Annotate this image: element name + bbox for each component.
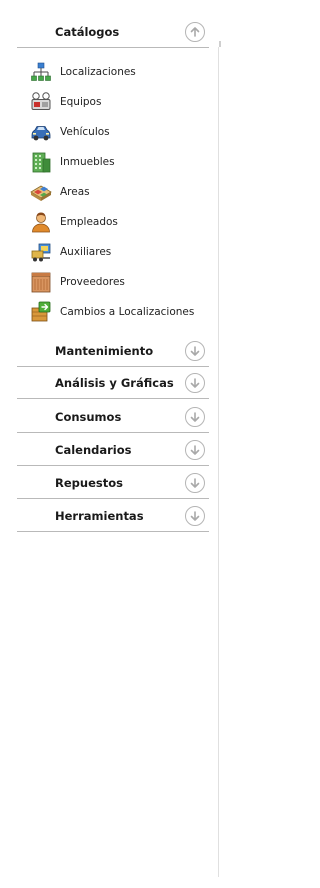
expand-down-icon[interactable] — [185, 439, 205, 460]
expand-down-icon[interactable] — [185, 372, 205, 393]
section-title: Catálogos — [55, 24, 120, 39]
panel-edge-top — [219, 41, 221, 47]
forklift-icon — [31, 243, 51, 262]
menu-item-label: Localizaciones — [60, 66, 136, 78]
section-title: Herramientas — [55, 508, 144, 523]
expand-down-icon[interactable] — [185, 472, 205, 493]
menu-item-label: Inmuebles — [60, 156, 115, 168]
area-map-icon — [30, 185, 52, 201]
menu-item-cambios-localizaciones[interactable]: Cambios a Localizaciones — [30, 299, 215, 325]
building-icon — [32, 152, 51, 173]
section-header-calendarios[interactable]: Calendarios — [17, 434, 209, 466]
menu-item-label: Areas — [60, 186, 90, 198]
car-icon — [31, 126, 51, 141]
expand-down-icon[interactable] — [185, 340, 205, 361]
section-header-herramientas[interactable]: Herramientas — [17, 500, 209, 532]
menu-item-areas[interactable]: Areas — [30, 179, 215, 205]
expand-down-icon[interactable] — [185, 505, 205, 526]
collapse-up-icon[interactable] — [185, 21, 205, 42]
menu-item-auxiliares[interactable]: Auxiliares — [30, 239, 215, 265]
expand-down-icon[interactable] — [185, 406, 205, 427]
menu-item-label: Vehículos — [60, 126, 110, 138]
menu-item-proveedores[interactable]: Proveedores — [30, 269, 215, 295]
section-header-consumos[interactable]: Consumos — [17, 401, 209, 433]
menu-item-label: Proveedores — [60, 276, 125, 288]
person-icon — [32, 212, 50, 233]
move-crate-icon — [31, 301, 51, 322]
menu-item-empleados[interactable]: Empleados — [30, 209, 215, 235]
section-title: Consumos — [55, 409, 122, 424]
machine-icon — [31, 92, 51, 110]
menu-item-label: Equipos — [60, 96, 102, 108]
menu-item-label: Auxiliares — [60, 246, 112, 258]
menu-item-label: Empleados — [60, 216, 118, 228]
section-title: Calendarios — [55, 442, 132, 457]
section-title: Análisis y Gráficas — [55, 375, 174, 390]
section-title: Mantenimiento — [55, 343, 154, 358]
menu-item-inmuebles[interactable]: Inmuebles — [30, 149, 215, 175]
section-title: Repuestos — [55, 475, 123, 490]
section-header-repuestos[interactable]: Repuestos — [17, 467, 209, 499]
section-header-analisis-graficas[interactable]: Análisis y Gráficas — [17, 367, 209, 399]
menu-item-vehiculos[interactable]: Vehículos — [30, 119, 215, 145]
menu-item-localizaciones[interactable]: Localizaciones — [30, 59, 215, 85]
panel-scroll-rail — [218, 47, 219, 877]
store-icon — [31, 272, 51, 293]
menu-item-label: Cambios a Localizaciones — [60, 306, 195, 318]
menu-item-equipos[interactable]: Equipos — [30, 89, 215, 115]
network-icon — [31, 62, 51, 81]
section-header-mantenimiento[interactable]: Mantenimiento — [17, 335, 209, 367]
section-header-catalogos[interactable]: Catálogos — [17, 16, 209, 48]
